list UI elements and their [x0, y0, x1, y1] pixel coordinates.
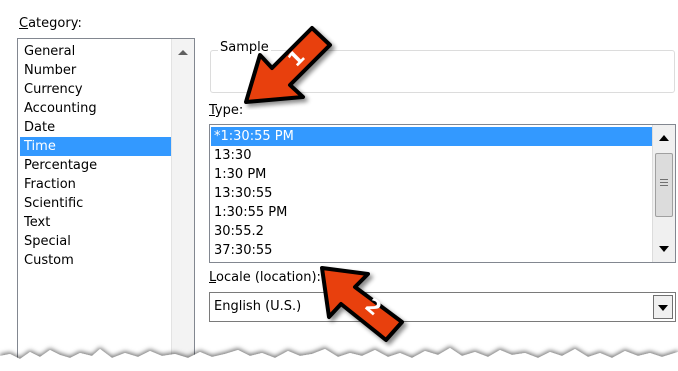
- grip-line: [660, 185, 668, 186]
- category-item-fraction[interactable]: Fraction: [20, 175, 172, 194]
- type-item[interactable]: *1:30:55 PM: [211, 127, 652, 146]
- category-item-special[interactable]: Special: [20, 232, 172, 251]
- grip-line: [660, 182, 668, 183]
- category-items: General Number Currency Accounting Date Time P…: [20, 42, 172, 270]
- locale-label: Locale (location):: [209, 270, 321, 285]
- category-list[interactable]: General Number Currency Accounting Date Time P…: [17, 38, 195, 368]
- locale-dropdown-button[interactable]: [653, 295, 673, 319]
- locale-label-text: ocale (location):: [216, 270, 321, 285]
- torn-edge: [0, 348, 678, 371]
- type-item[interactable]: 1:30:55 PM: [211, 203, 652, 222]
- category-item-custom[interactable]: Custom: [20, 251, 172, 270]
- type-item[interactable]: 30:55.2: [211, 222, 652, 241]
- type-items: *1:30:55 PM 13:30 1:30 PM 13:30:55 1:30:55 P…: [211, 127, 652, 260]
- category-item-general[interactable]: General: [20, 42, 172, 61]
- type-scrollbar[interactable]: [652, 125, 675, 262]
- locale-value: English (U.S.): [214, 299, 302, 314]
- grip-line: [660, 179, 668, 180]
- category-item-text[interactable]: Text: [20, 213, 172, 232]
- type-list[interactable]: *1:30:55 PM 13:30 1:30 PM 13:30:55 1:30:55 P…: [209, 124, 676, 263]
- category-item-currency[interactable]: Currency: [20, 80, 172, 99]
- locale-select[interactable]: English (U.S.): [209, 292, 676, 322]
- category-scrollbar[interactable]: [171, 39, 194, 367]
- category-label-text: ategory:: [28, 16, 82, 31]
- scroll-down-icon[interactable]: [659, 246, 669, 252]
- chevron-up-icon[interactable]: [178, 50, 188, 55]
- scrollbar-thumb[interactable]: [655, 153, 673, 217]
- type-item[interactable]: 37:30:55: [211, 241, 652, 260]
- scroll-up-icon[interactable]: [659, 135, 669, 141]
- type-item[interactable]: 1:30 PM: [211, 165, 652, 184]
- locale-label-accesskey: L: [209, 270, 217, 285]
- type-item[interactable]: 13:30: [211, 146, 652, 165]
- type-item[interactable]: 13:30:55: [211, 184, 652, 203]
- category-item-scientific[interactable]: Scientific: [20, 194, 172, 213]
- category-label: Category:: [19, 16, 82, 31]
- category-item-number[interactable]: Number: [20, 61, 172, 80]
- dropdown-arrow-icon: [658, 305, 668, 311]
- category-item-time[interactable]: Time: [20, 137, 172, 156]
- category-label-accesskey: C: [19, 16, 29, 31]
- category-item-accounting[interactable]: Accounting: [20, 99, 172, 118]
- category-item-date[interactable]: Date: [20, 118, 172, 137]
- annotation-arrow-1: 1: [244, 26, 332, 104]
- category-item-percentage[interactable]: Percentage: [20, 156, 172, 175]
